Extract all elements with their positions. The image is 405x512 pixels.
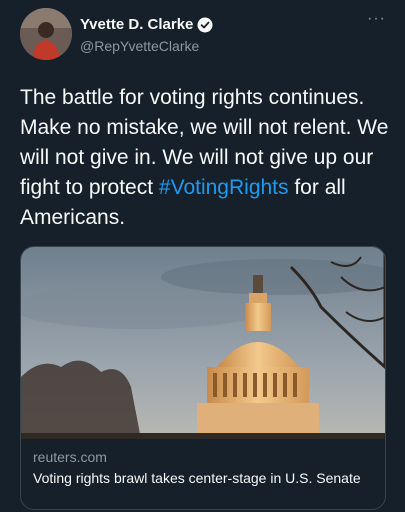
tweet-header: Yvette D. Clarke @RepYvetteClarke ···	[20, 8, 390, 60]
more-options-icon[interactable]: ···	[367, 11, 386, 27]
card-domain: reuters.com	[33, 449, 107, 465]
link-card[interactable]: reuters.com Voting rights brawl takes ce…	[20, 246, 386, 510]
verified-badge-icon	[197, 17, 213, 32]
card-title[interactable]: Voting rights brawl takes center-stage i…	[33, 469, 373, 488]
hashtag-link[interactable]: #VotingRights	[159, 176, 289, 199]
tweet-text: The battle for voting rights continues. …	[20, 83, 392, 233]
author-name[interactable]: Yvette D. Clarke	[80, 16, 193, 33]
card-image	[21, 247, 385, 439]
author-handle[interactable]: @RepYvetteClarke	[80, 38, 199, 54]
avatar[interactable]	[20, 8, 72, 60]
